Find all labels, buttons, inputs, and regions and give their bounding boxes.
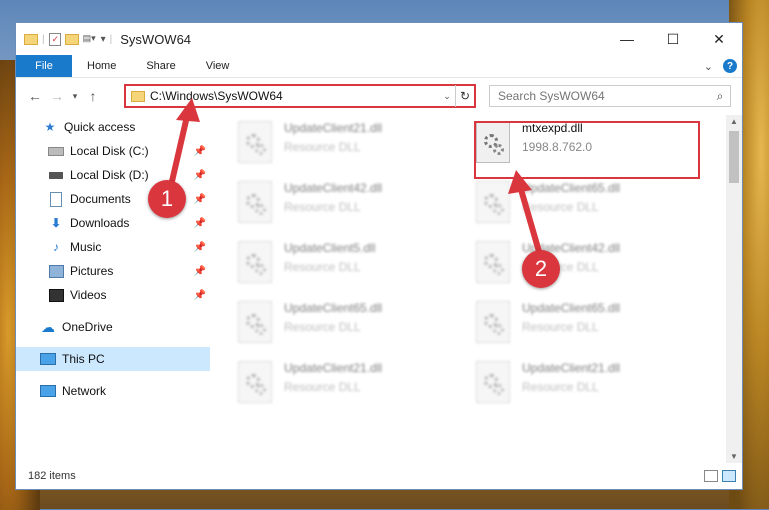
arrow-1 (167, 111, 191, 191)
annotation-arrows (167, 98, 543, 256)
arrow-2-head (508, 170, 532, 194)
arrow-1-head (176, 98, 200, 122)
arrow-2 (517, 185, 543, 256)
step-1-badge: 1 (148, 180, 186, 218)
step-2-badge: 2 (522, 250, 560, 288)
